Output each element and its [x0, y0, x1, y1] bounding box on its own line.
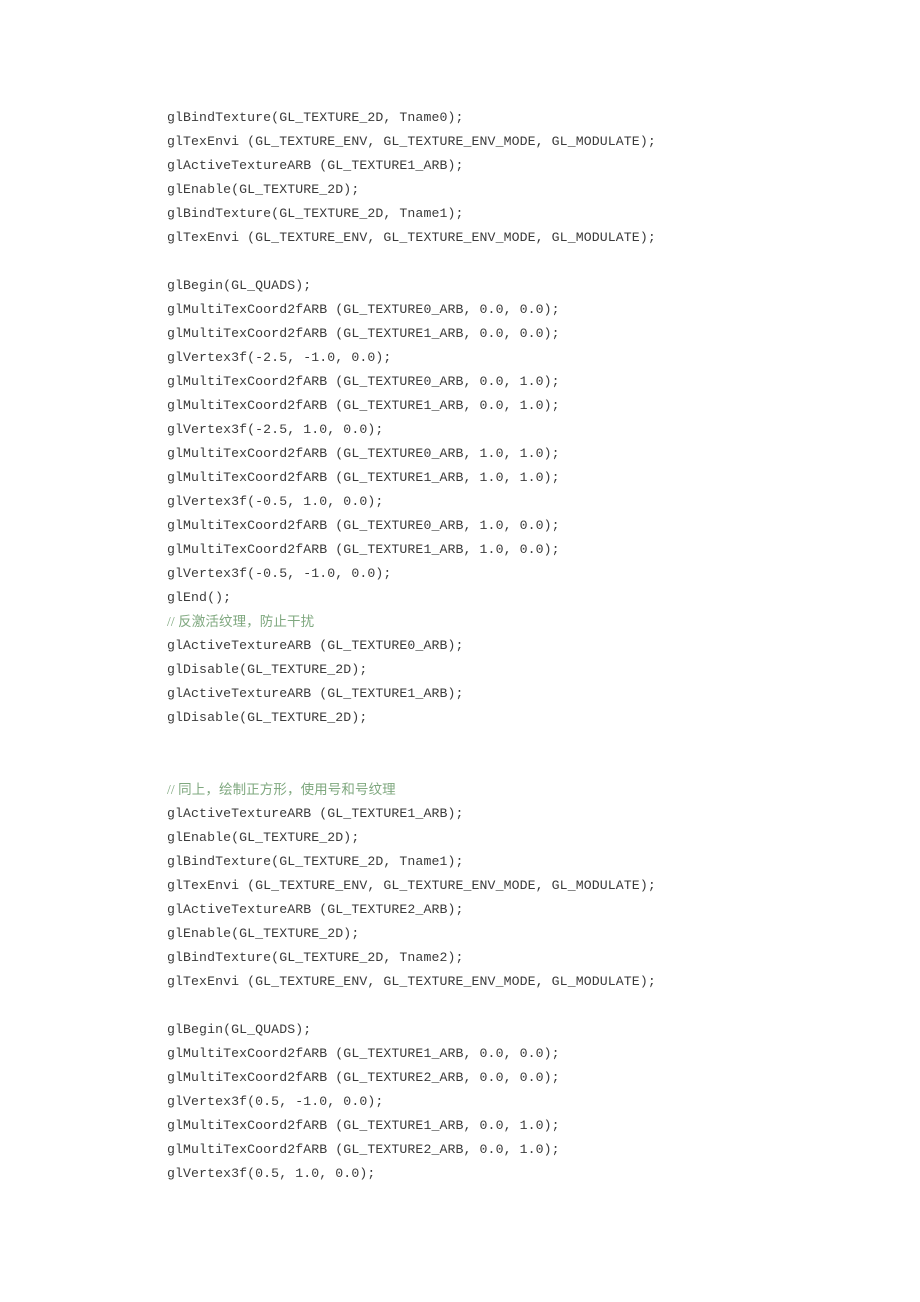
code-line: glMultiTexCoord2fARB (GL_TEXTURE0_ARB, 0…	[167, 374, 560, 389]
code-line: glActiveTextureARB (GL_TEXTURE1_ARB);	[167, 686, 464, 701]
code-comment-line: // 反激活纹理，防止干扰	[167, 614, 315, 629]
code-line: glMultiTexCoord2fARB (GL_TEXTURE1_ARB, 0…	[167, 398, 560, 413]
code-line: glMultiTexCoord2fARB (GL_TEXTURE2_ARB, 0…	[167, 1142, 560, 1157]
code-line: glVertex3f(-0.5, 1.0, 0.0);	[167, 494, 384, 509]
code-line: glMultiTexCoord2fARB (GL_TEXTURE1_ARB, 0…	[167, 326, 560, 341]
code-line: glBindTexture(GL_TEXTURE_2D, Tname0);	[167, 110, 464, 125]
code-line: glVertex3f(-0.5, -1.0, 0.0);	[167, 566, 392, 581]
code-line: glMultiTexCoord2fARB (GL_TEXTURE0_ARB, 0…	[167, 302, 560, 317]
code-comment-line: // 同上，绘制正方形，使用号和号纹理	[167, 782, 396, 797]
code-line: glTexEnvi (GL_TEXTURE_ENV, GL_TEXTURE_EN…	[167, 878, 656, 893]
code-line: glTexEnvi (GL_TEXTURE_ENV, GL_TEXTURE_EN…	[167, 974, 656, 989]
code-line: glBindTexture(GL_TEXTURE_2D, Tname1);	[167, 206, 464, 221]
code-line: glActiveTextureARB (GL_TEXTURE0_ARB);	[167, 638, 464, 653]
code-line: glVertex3f(0.5, 1.0, 0.0);	[167, 1166, 376, 1181]
code-line: glDisable(GL_TEXTURE_2D);	[167, 710, 368, 725]
code-line: glBindTexture(GL_TEXTURE_2D, Tname1);	[167, 854, 464, 869]
code-line: glBegin(GL_QUADS);	[167, 1022, 312, 1037]
code-line: glMultiTexCoord2fARB (GL_TEXTURE0_ARB, 1…	[167, 518, 560, 533]
code-line: glMultiTexCoord2fARB (GL_TEXTURE1_ARB, 1…	[167, 470, 560, 485]
code-line: glMultiTexCoord2fARB (GL_TEXTURE1_ARB, 0…	[167, 1046, 560, 1061]
code-line: glVertex3f(-2.5, 1.0, 0.0);	[167, 422, 384, 437]
code-line: glEnd();	[167, 590, 232, 605]
code-line: glActiveTextureARB (GL_TEXTURE2_ARB);	[167, 902, 464, 917]
code-line: glEnable(GL_TEXTURE_2D);	[167, 182, 360, 197]
code-line: glVertex3f(-2.5, -1.0, 0.0);	[167, 350, 392, 365]
code-line: glActiveTextureARB (GL_TEXTURE1_ARB);	[167, 158, 464, 173]
code-line: glDisable(GL_TEXTURE_2D);	[167, 662, 368, 677]
code-line: glEnable(GL_TEXTURE_2D);	[167, 926, 360, 941]
document-page: glBindTexture(GL_TEXTURE_2D, Tname0); glT…	[0, 0, 920, 1302]
code-line: glTexEnvi (GL_TEXTURE_ENV, GL_TEXTURE_EN…	[167, 230, 656, 245]
code-line: glEnable(GL_TEXTURE_2D);	[167, 830, 360, 845]
code-line: glMultiTexCoord2fARB (GL_TEXTURE0_ARB, 1…	[167, 446, 560, 461]
code-line: glBindTexture(GL_TEXTURE_2D, Tname2);	[167, 950, 464, 965]
code-line: glMultiTexCoord2fARB (GL_TEXTURE1_ARB, 0…	[167, 1118, 560, 1133]
code-listing[interactable]: glBindTexture(GL_TEXTURE_2D, Tname0); glT…	[167, 106, 867, 1186]
code-line: glMultiTexCoord2fARB (GL_TEXTURE1_ARB, 1…	[167, 542, 560, 557]
code-line: glTexEnvi (GL_TEXTURE_ENV, GL_TEXTURE_EN…	[167, 134, 656, 149]
code-line: glActiveTextureARB (GL_TEXTURE1_ARB);	[167, 806, 464, 821]
code-line: glBegin(GL_QUADS);	[167, 278, 312, 293]
code-line: glVertex3f(0.5, -1.0, 0.0);	[167, 1094, 384, 1109]
code-line: glMultiTexCoord2fARB (GL_TEXTURE2_ARB, 0…	[167, 1070, 560, 1085]
